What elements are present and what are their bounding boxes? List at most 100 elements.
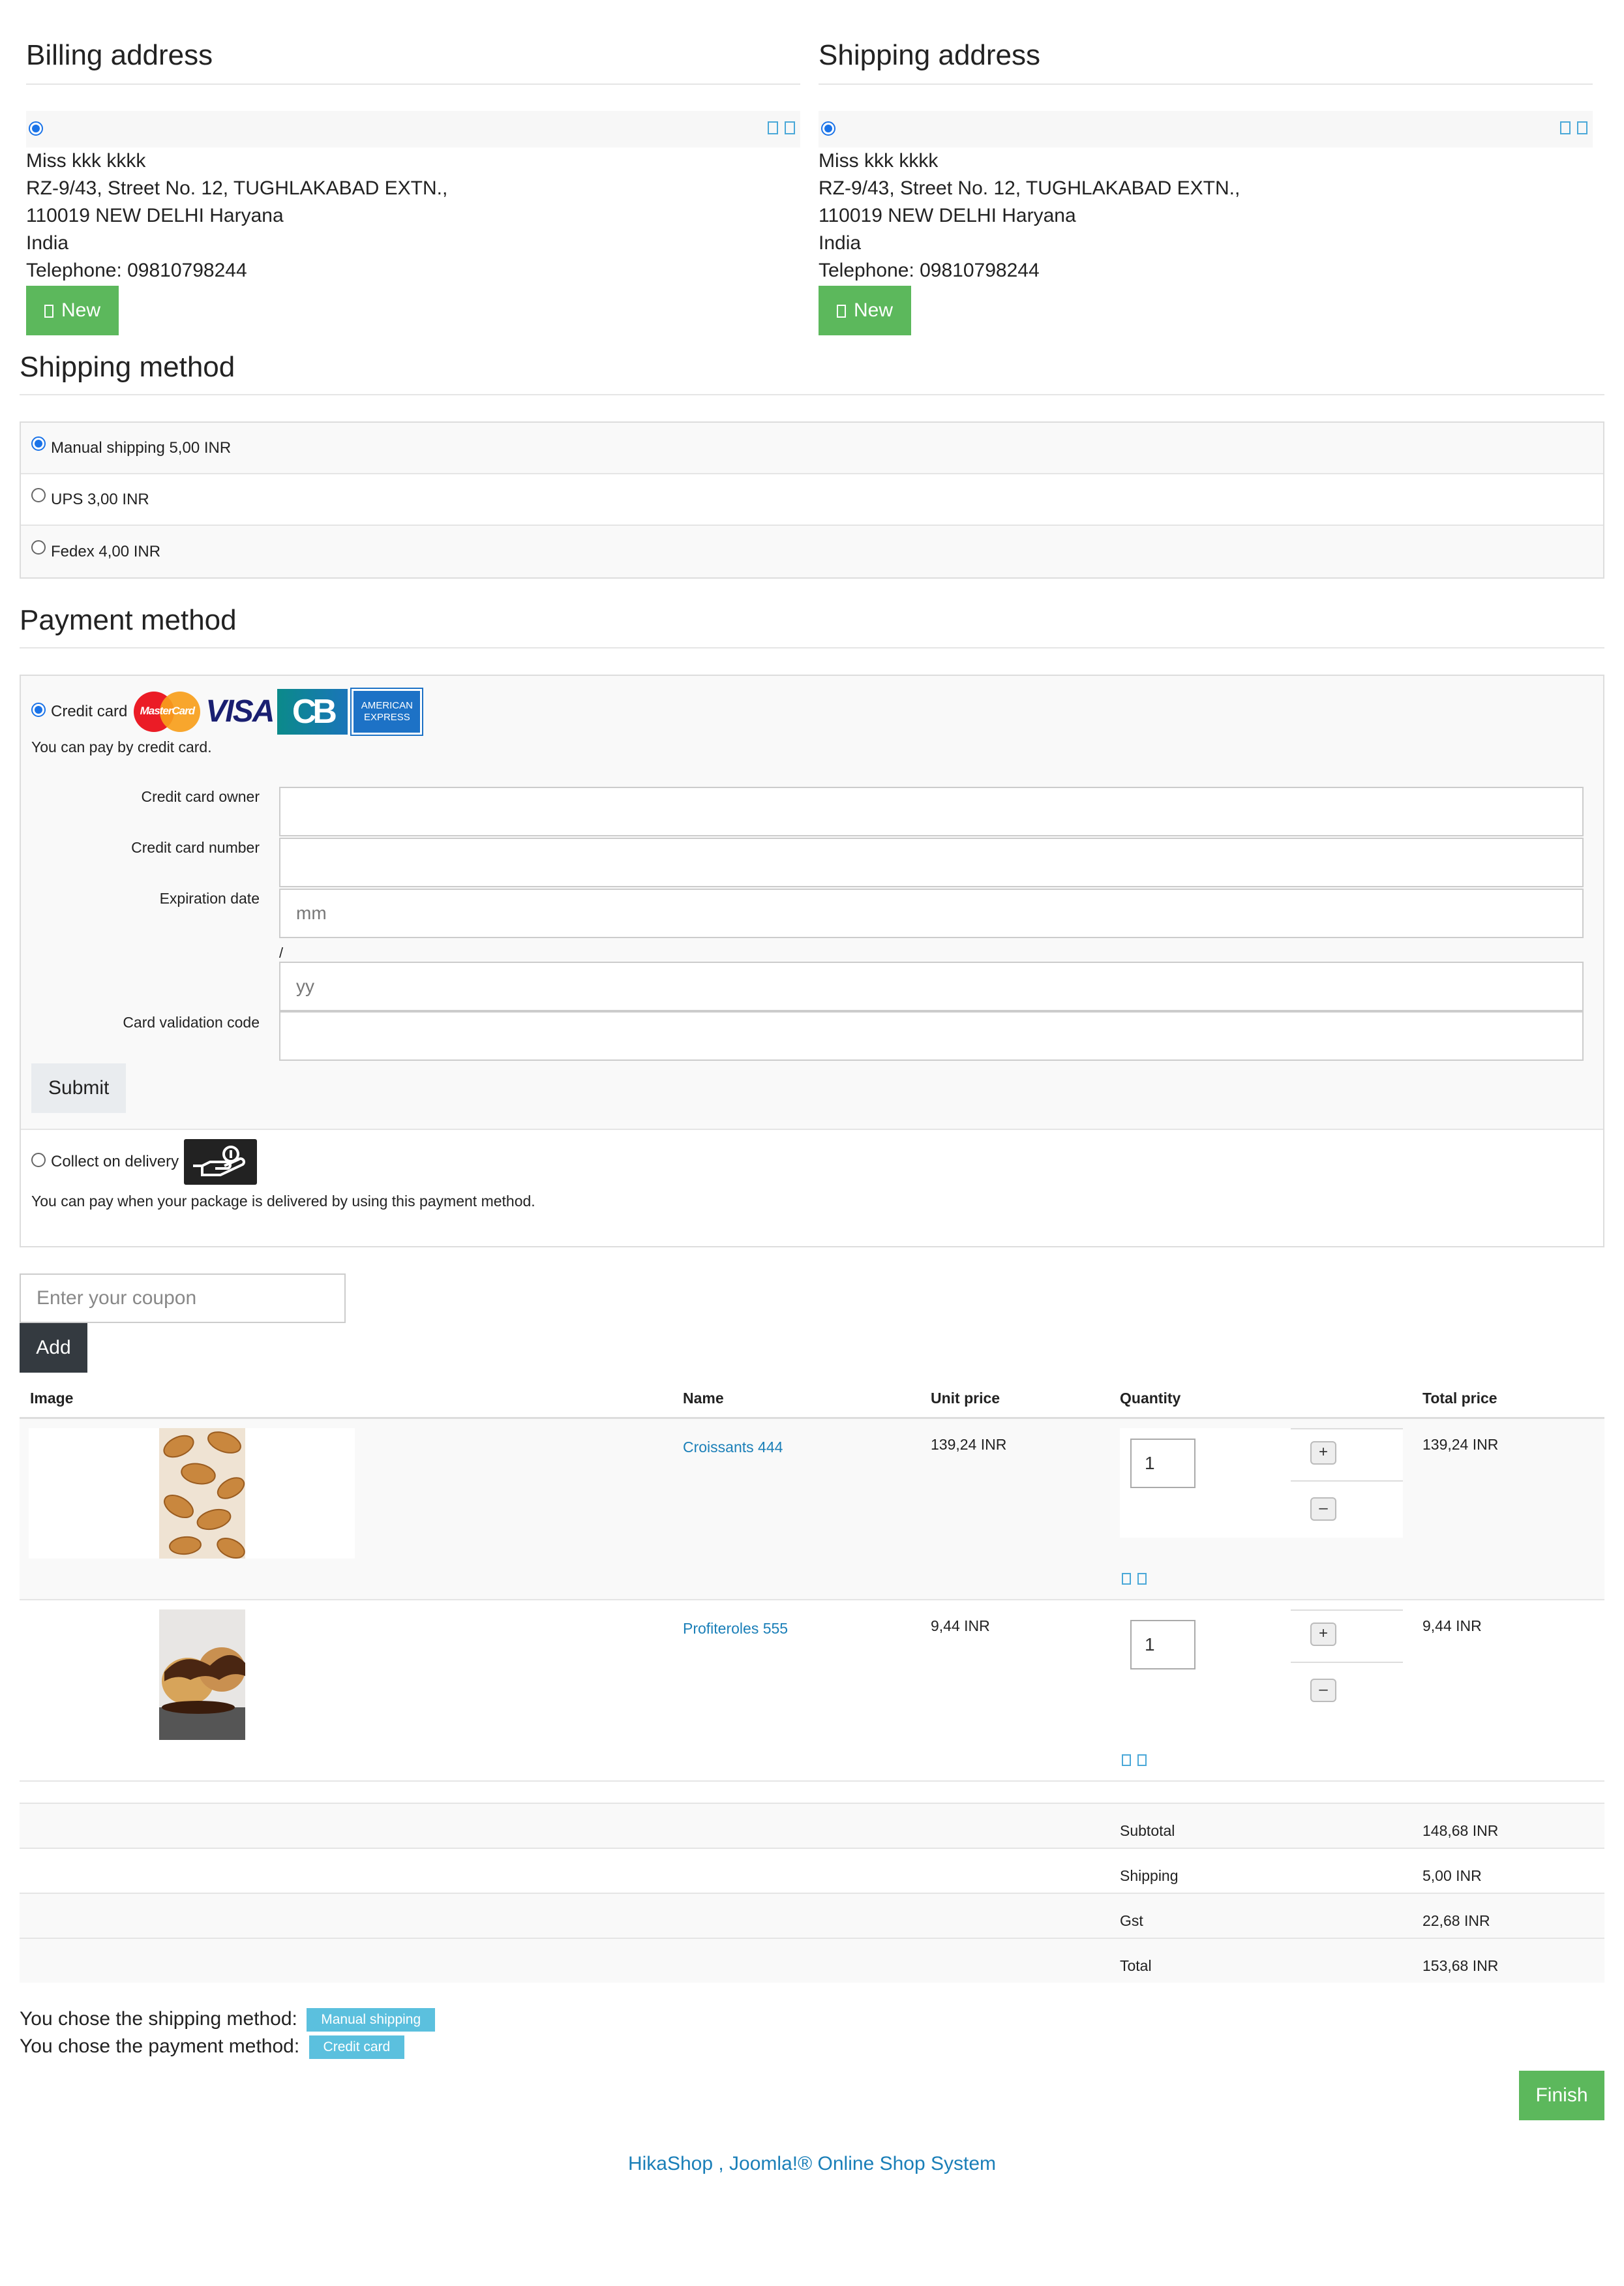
header-image: Image bbox=[30, 1390, 74, 1407]
unit-price: 139,24 INR bbox=[931, 1436, 1007, 1453]
croissants-image[interactable] bbox=[159, 1428, 245, 1559]
chosen-shipping: You chose the shipping method: Manual sh… bbox=[20, 2008, 436, 2032]
quantity-stepper: 1 + – bbox=[1120, 1609, 1403, 1719]
refresh-icon[interactable] bbox=[1122, 1754, 1131, 1766]
billing-address-section: Billing address Miss kkk kkkk RZ-9/43, S… bbox=[26, 39, 800, 335]
add-coupon-button[interactable]: Add bbox=[20, 1323, 87, 1373]
shipping-option-label: Manual shipping 5,00 INR bbox=[51, 438, 232, 457]
chosen-shipping-text: You chose the shipping method: bbox=[20, 2008, 297, 2030]
summary-value: 153,68 INR bbox=[1422, 1957, 1499, 1974]
delete-icon[interactable] bbox=[1577, 121, 1587, 134]
summary-label: Subtotal bbox=[1120, 1822, 1175, 1839]
shipping-address-bar bbox=[819, 111, 1593, 147]
cc-year-input[interactable]: yy bbox=[279, 962, 1584, 1011]
cc-number-input[interactable] bbox=[279, 838, 1584, 887]
visa-logo: VISA bbox=[205, 694, 275, 729]
summary-label: Gst bbox=[1120, 1912, 1143, 1929]
product-image-cell bbox=[29, 1428, 355, 1559]
total-price: 9,44 INR bbox=[1422, 1617, 1482, 1634]
shipping-name: Miss kkk kkkk bbox=[819, 150, 939, 172]
product-image-cell bbox=[29, 1609, 355, 1740]
unit-price: 9,44 INR bbox=[931, 1617, 990, 1634]
shipping-option-radio[interactable] bbox=[31, 540, 46, 555]
quantity-input[interactable]: 1 bbox=[1130, 1439, 1195, 1488]
payment-option-credit-card: Credit card MasterCard VISA CB AMERICAN E… bbox=[21, 676, 1603, 1130]
amex-logo: AMERICAN EXPRESS bbox=[350, 688, 424, 736]
chosen-payment: You chose the payment method: Credit car… bbox=[20, 2035, 405, 2059]
footer-link[interactable]: HikaShop , Joomla!® Online Shop System bbox=[0, 2153, 1624, 2175]
cart-header: Image Name Unit price Quantity Total pri… bbox=[20, 1373, 1604, 1419]
billing-address-title: Billing address bbox=[26, 39, 800, 85]
shipping-option-radio[interactable] bbox=[31, 436, 46, 451]
chosen-payment-badge: Credit card bbox=[308, 2035, 405, 2059]
billing-city: 110019 NEW DELHI Haryana bbox=[26, 205, 284, 226]
delete-icon[interactable] bbox=[1137, 1754, 1147, 1766]
summary-label: Total bbox=[1120, 1957, 1152, 1974]
shipping-method-list: Manual shipping 5,00 INR UPS 3,00 INR Fe… bbox=[20, 421, 1604, 579]
quantity-input[interactable]: 1 bbox=[1130, 1620, 1195, 1669]
billing-address-bar bbox=[26, 111, 800, 147]
credit-card-radio[interactable] bbox=[31, 703, 46, 717]
billing-address-radio[interactable] bbox=[29, 121, 43, 136]
checkout-page: Billing address Miss kkk kkkk RZ-9/43, S… bbox=[0, 0, 1624, 2286]
cart-table: Image Name Unit price Quantity Total pri… bbox=[20, 1373, 1604, 1983]
shipping-address-section: Shipping address Miss kkk kkkk RZ-9/43, … bbox=[819, 39, 1593, 335]
shipping-option-radio[interactable] bbox=[31, 487, 46, 502]
product-name-link[interactable]: Croissants 444 bbox=[683, 1439, 783, 1456]
quantity-minus-button[interactable]: – bbox=[1310, 1497, 1336, 1521]
expiration-separator: / bbox=[279, 945, 284, 961]
summary-gst: Gst 22,68 INR bbox=[20, 1894, 1604, 1939]
summary-value: 148,68 INR bbox=[1422, 1822, 1499, 1839]
cod-description: You can pay when your package is deliver… bbox=[31, 1193, 535, 1210]
edit-icon[interactable] bbox=[768, 121, 778, 134]
shipping-street: RZ-9/43, Street No. 12, TUGHLAKABAD EXTN… bbox=[819, 177, 1241, 199]
plus-icon bbox=[44, 305, 53, 318]
billing-new-button[interactable]: New bbox=[26, 286, 119, 335]
chosen-shipping-badge: Manual shipping bbox=[307, 2008, 436, 2032]
quantity-plus-button[interactable]: + bbox=[1310, 1441, 1336, 1465]
shipping-option-ups[interactable]: UPS 3,00 INR bbox=[21, 474, 1603, 526]
shipping-city: 110019 NEW DELHI Haryana bbox=[819, 205, 1076, 226]
shipping-option-manual[interactable]: Manual shipping 5,00 INR bbox=[21, 423, 1603, 474]
product-name-link[interactable]: Profiteroles 555 bbox=[683, 1620, 788, 1638]
quantity-plus-button[interactable]: + bbox=[1310, 1623, 1336, 1646]
coupon-input[interactable]: Enter your coupon bbox=[20, 1273, 346, 1323]
cc-expiration-label: Expiration date bbox=[159, 890, 260, 907]
cc-owner-input[interactable] bbox=[279, 787, 1584, 836]
edit-icon[interactable] bbox=[1560, 121, 1571, 134]
card-logos: MasterCard VISA CB AMERICAN EXPRESS bbox=[132, 688, 424, 736]
quantity-minus-button[interactable]: – bbox=[1310, 1679, 1336, 1702]
mastercard-logo: MasterCard bbox=[132, 689, 202, 735]
cc-month-input[interactable]: mm bbox=[279, 889, 1584, 938]
shipping-country: India bbox=[819, 232, 862, 254]
credit-card-label: Credit card bbox=[51, 703, 128, 720]
cod-radio[interactable] bbox=[31, 1153, 46, 1167]
shipping-option-label: UPS 3,00 INR bbox=[51, 490, 149, 508]
finish-button[interactable]: Finish bbox=[1519, 2071, 1604, 2120]
refresh-icon[interactable] bbox=[1122, 1573, 1131, 1585]
shipping-option-label: Fedex 4,00 INR bbox=[51, 542, 161, 560]
quantity-stepper: 1 + – bbox=[1120, 1428, 1403, 1538]
shipping-telephone: Telephone: 09810798244 bbox=[819, 260, 1040, 281]
submit-button[interactable]: Submit bbox=[31, 1063, 127, 1113]
billing-country: India bbox=[26, 232, 69, 254]
delete-icon[interactable] bbox=[785, 121, 795, 134]
header-total-price: Total price bbox=[1422, 1390, 1497, 1407]
cc-cvv-input[interactable] bbox=[279, 1011, 1584, 1061]
shipping-method-title: Shipping method bbox=[20, 351, 1604, 395]
chosen-payment-text: You chose the payment method: bbox=[20, 2035, 300, 2057]
shipping-new-label: New bbox=[854, 299, 894, 321]
credit-card-description: You can pay by credit card. bbox=[31, 739, 212, 755]
payment-method-list: Credit card MasterCard VISA CB AMERICAN E… bbox=[20, 675, 1604, 1247]
summary-label: Shipping bbox=[1120, 1867, 1179, 1884]
shipping-option-fedex[interactable]: Fedex 4,00 INR bbox=[21, 526, 1603, 577]
total-price: 139,24 INR bbox=[1422, 1436, 1499, 1453]
cc-number-label: Credit card number bbox=[131, 839, 260, 856]
profiteroles-image[interactable] bbox=[159, 1609, 245, 1740]
shipping-address-radio[interactable] bbox=[821, 121, 835, 136]
shipping-address-details: Miss kkk kkkk RZ-9/43, Street No. 12, TU… bbox=[819, 147, 1593, 284]
shipping-new-button[interactable]: New bbox=[819, 286, 912, 335]
cb-logo: CB bbox=[277, 689, 348, 735]
summary-shipping: Shipping 5,00 INR bbox=[20, 1849, 1604, 1894]
delete-icon[interactable] bbox=[1137, 1573, 1147, 1585]
